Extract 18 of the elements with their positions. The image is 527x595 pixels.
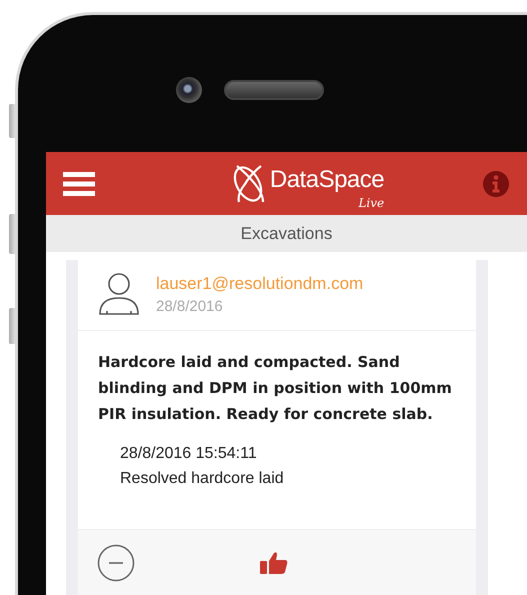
like-button[interactable] [260,550,288,574]
entry-timestamp: 28/8/2016 15:54:11 [120,444,258,464]
entry-text: Resolved hardcore laid [120,469,285,489]
section-title: Excavations [240,224,332,244]
side-button[interactable] [9,104,15,138]
logo-text: DataSpace [270,166,384,194]
author-email: lauser1@resolutiondm.com [156,274,364,294]
collapse-button[interactable] [97,544,135,582]
logo-subtext: Live [358,196,384,210]
speaker-icon [224,80,324,100]
menu-button[interactable] [63,172,95,196]
post-date: 28/8/2016 [156,298,224,315]
side-button[interactable] [9,308,15,344]
post-message: Hardcore laid and compacted. Sand blinding and DPM in position with 100mm PIR insulation. Ready for concrete slab. [98,352,453,425]
camera-icon [176,76,202,102]
side-button[interactable] [9,214,15,254]
user-avatar-icon [98,272,140,316]
info-button[interactable] [482,170,510,198]
